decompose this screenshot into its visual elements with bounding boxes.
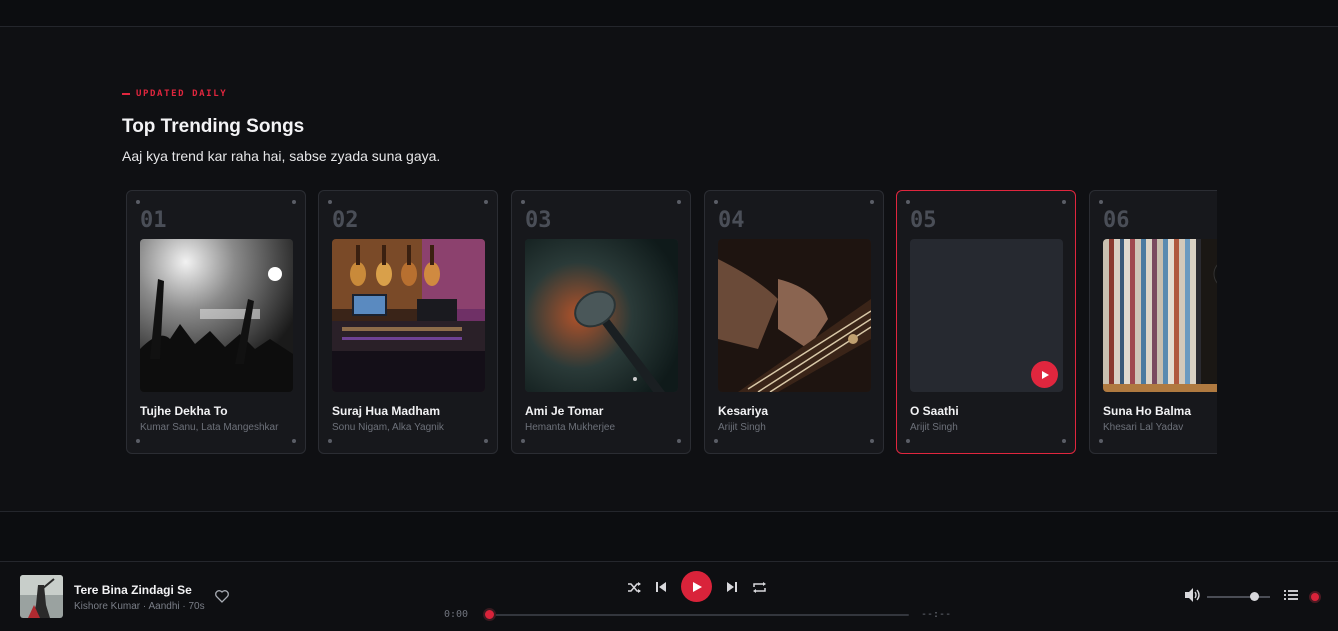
song-card[interactable]: 02 Suraj Hua Madham Sonu Nigam, Alka Yag… (318, 190, 498, 454)
song-artist: Arijit Singh (718, 422, 766, 433)
song-card[interactable]: 06 Suna Ho Balma Khesari Lal Yadav (1089, 190, 1217, 454)
song-card-active[interactable]: 05 O Saathi Arijit Singh (896, 190, 1076, 454)
song-artist: Sonu Nigam, Alka Yagnik (332, 422, 444, 433)
song-title: Suna Ho Balma (1103, 404, 1192, 418)
play-icon (1041, 370, 1049, 379)
corner-dot (521, 200, 525, 204)
corner-dot (328, 439, 332, 443)
corner-dot (1099, 439, 1103, 443)
section-divider (0, 511, 1338, 512)
corner-dot (328, 200, 332, 204)
song-title: Kesariya (718, 404, 769, 418)
song-artist: Khesari Lal Yadav (1103, 422, 1184, 433)
queue-list-icon[interactable] (1284, 589, 1298, 601)
song-artist: Hemanta Mukherjee (525, 422, 616, 433)
corner-dot (1062, 200, 1066, 204)
rank-number: 01 (140, 208, 167, 233)
corner-dot (677, 200, 681, 204)
volume-slider[interactable] (1207, 596, 1270, 598)
total-time: --:-- (921, 609, 952, 620)
play-icon (692, 581, 702, 592)
rank-number: 03 (525, 208, 552, 233)
skip-back-icon (656, 582, 666, 592)
song-artist: Arijit Singh (910, 422, 958, 433)
corner-dot (714, 439, 718, 443)
album-art[interactable] (332, 239, 485, 392)
corner-dot (714, 200, 718, 204)
corner-dot (677, 439, 681, 443)
song-card[interactable]: 03 Ami Je Tomar Hemanta Mukherjee (511, 190, 691, 454)
corner-dot (906, 200, 910, 204)
section-title: Top Trending Songs (122, 116, 305, 137)
album-art[interactable] (718, 239, 871, 392)
trending-carousel[interactable]: 01 Tujhe Dekha To Kumar Sanu, Lata Mange… (126, 190, 1217, 455)
album-art[interactable] (1103, 239, 1217, 392)
play-pause-button[interactable] (681, 571, 712, 602)
volume-icon[interactable] (1184, 587, 1202, 603)
player-bar: Tere Bina Zindagi Se Kishore Kumar · Aan… (0, 561, 1338, 631)
repeat-icon (752, 581, 766, 593)
corner-dot (1062, 439, 1066, 443)
corner-dot (292, 439, 296, 443)
progress-track[interactable] (489, 614, 909, 616)
now-playing-title: Tere Bina Zindagi Se (74, 583, 192, 597)
rank-number: 06 (1103, 208, 1130, 233)
repeat-button[interactable] (750, 578, 768, 596)
corner-dot (1099, 200, 1103, 204)
progress-handle[interactable] (483, 608, 496, 621)
corner-dot (870, 200, 874, 204)
album-art[interactable] (140, 239, 293, 392)
section-eyebrow: UPDATED DAILY (122, 89, 227, 99)
now-playing-artwork[interactable] (20, 575, 63, 618)
song-card[interactable]: 01 Tujhe Dekha To Kumar Sanu, Lata Mange… (126, 190, 306, 454)
eyebrow-label: UPDATED DAILY (136, 89, 228, 99)
corner-dot (484, 439, 488, 443)
rank-number: 02 (332, 208, 359, 233)
heart-icon[interactable] (214, 588, 230, 604)
shuffle-icon (627, 581, 641, 593)
elapsed-time: 0:00 (444, 609, 469, 620)
corner-dot (484, 200, 488, 204)
next-button[interactable] (723, 578, 741, 596)
now-playing-subtitle: Kishore Kumar · Aandhi · 70s (74, 601, 205, 612)
rank-number: 04 (718, 208, 745, 233)
shuffle-button[interactable] (625, 578, 643, 596)
volume-handle[interactable] (1250, 592, 1260, 601)
record-indicator[interactable] (1309, 591, 1321, 603)
corner-dot (136, 439, 140, 443)
song-title: Tujhe Dekha To (140, 404, 228, 418)
song-artist: Kumar Sanu, Lata Mangeshkar (140, 422, 279, 433)
skip-forward-icon (727, 582, 737, 592)
play-button[interactable] (1031, 361, 1058, 388)
previous-button[interactable] (652, 578, 670, 596)
corner-dot (906, 439, 910, 443)
rank-number: 05 (910, 208, 937, 233)
corner-dot (870, 439, 874, 443)
corner-dot (136, 200, 140, 204)
song-title: O Saathi (910, 404, 959, 418)
corner-dot (292, 200, 296, 204)
corner-dot (521, 439, 525, 443)
song-card[interactable]: 04 Kesariya Arijit Singh (704, 190, 884, 454)
album-art[interactable] (525, 239, 678, 392)
section-subtitle: Aaj kya trend kar raha hai, sabse zyada … (122, 148, 441, 164)
song-title: Ami Je Tomar (525, 404, 604, 418)
eyebrow-dash (122, 93, 130, 95)
song-title: Suraj Hua Madham (332, 404, 441, 418)
